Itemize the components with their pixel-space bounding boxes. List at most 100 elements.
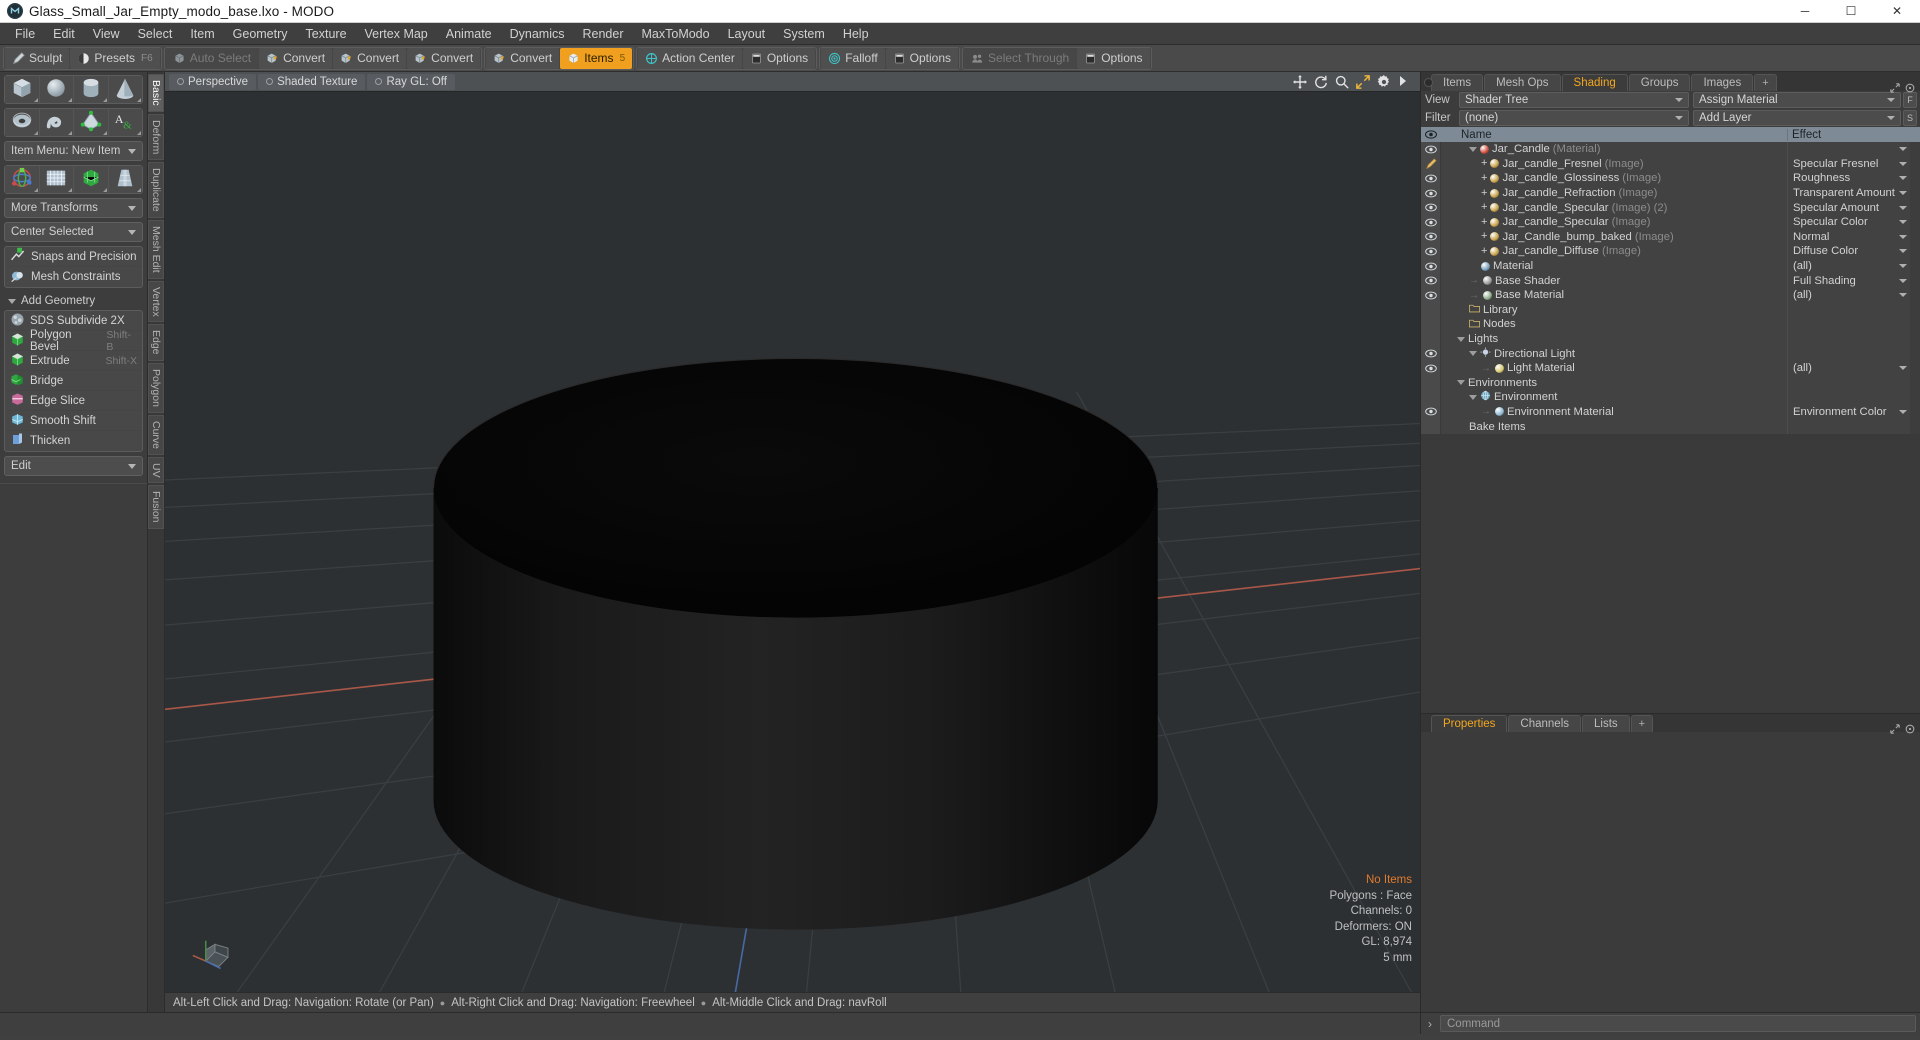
fit-icon[interactable] <box>1356 74 1370 89</box>
visibility-toggle[interactable] <box>1421 156 1441 172</box>
expand-plus-icon[interactable]: + <box>1481 158 1487 169</box>
toolbar-button-convert[interactable]: Convert <box>333 47 407 69</box>
tab-mesh-ops[interactable]: Mesh Ops <box>1484 74 1561 91</box>
cone-primitive[interactable] <box>108 76 142 103</box>
shader-tree-row[interactable]: + Jar_candle_Diffuse (Image) Diffuse Col… <box>1421 244 1920 259</box>
shader-row-name-cell[interactable]: → Base Shader <box>1441 275 1787 287</box>
visibility-toggle[interactable] <box>1421 317 1441 332</box>
chevron-down-icon[interactable] <box>1899 176 1907 181</box>
expand-triangle-icon[interactable] <box>1469 394 1477 400</box>
menu-item-render[interactable]: Render <box>574 25 633 43</box>
gear-icon[interactable] <box>1377 74 1391 89</box>
shader-tree-row[interactable]: Bake Items <box>1421 419 1920 434</box>
3d-viewport[interactable]: No Items Polygons : Face Channels: 0 Deform… <box>165 92 1420 992</box>
transform-gizmo[interactable] <box>5 166 39 193</box>
view-select[interactable]: Shader Tree <box>1459 92 1689 108</box>
menu-item-select[interactable]: Select <box>129 25 182 43</box>
torus-primitive[interactable] <box>5 109 39 136</box>
visibility-toggle[interactable] <box>1421 302 1441 318</box>
add-layer-shortcut[interactable]: S <box>1903 110 1917 126</box>
tab-shading[interactable]: Shading <box>1561 74 1628 91</box>
edit-dropdown[interactable]: Edit <box>4 456 143 476</box>
shader-tree-row[interactable]: Jar_Candle (Material) <box>1421 142 1920 157</box>
command-input[interactable]: Command <box>1440 1015 1916 1032</box>
popout-icon[interactable] <box>1890 722 1900 735</box>
toolbar-button-action-center[interactable]: Action Center <box>638 47 742 69</box>
shader-row-name-cell[interactable]: + Jar_candle_Refraction (Image) <box>1441 187 1787 199</box>
visibility-toggle[interactable] <box>1421 229 1441 245</box>
tab-items[interactable]: Items <box>1431 74 1484 91</box>
tool-snaps-and-precision[interactable]: Snaps and Precision <box>5 247 142 267</box>
vertical-tab-edge[interactable]: Edge <box>148 324 164 361</box>
polygon-tool[interactable] <box>74 109 108 136</box>
tube-primitive[interactable] <box>39 109 73 136</box>
shader-tree-row[interactable]: → Environment Material Environment Color <box>1421 404 1920 420</box>
tab-channels[interactable]: Channels <box>1508 715 1582 733</box>
rotate-icon[interactable] <box>1314 75 1328 89</box>
move-icon[interactable] <box>1293 74 1307 89</box>
item-menu-dropdown[interactable]: Item Menu: New Item <box>4 141 143 161</box>
visibility-toggle[interactable] <box>1421 331 1441 347</box>
taper-deform[interactable] <box>108 166 142 193</box>
expand-plus-icon[interactable]: + <box>1481 172 1487 184</box>
effect-column-header[interactable]: Effect <box>1787 128 1910 141</box>
chevron-down-icon[interactable] <box>1899 205 1907 210</box>
toolbar-button-options[interactable]: Options <box>742 47 816 69</box>
tab-groups[interactable]: Groups <box>1628 74 1691 91</box>
shader-row-effect-cell[interactable]: Full Shading <box>1787 273 1910 288</box>
shader-row-name-cell[interactable]: Environments <box>1441 377 1787 389</box>
shader-row-name-cell[interactable]: Directional Light <box>1441 347 1787 361</box>
vertical-tab-uv[interactable]: UV <box>148 456 164 484</box>
shader-row-effect-cell[interactable] <box>1787 331 1910 347</box>
expand-triangle-icon[interactable] <box>1469 146 1477 152</box>
visibility-toggle[interactable] <box>1421 287 1441 303</box>
shader-tree-row[interactable]: → Base Material (all) <box>1421 287 1920 303</box>
toolbar-button-convert[interactable]: Convert <box>259 47 333 69</box>
visibility-toggle[interactable] <box>1421 171 1441 186</box>
vertical-tab-mesh-edit[interactable]: Mesh Edit <box>148 219 164 279</box>
shader-row-effect-cell[interactable] <box>1787 302 1910 318</box>
shader-tree-row[interactable]: + Jar_candle_Specular (Image) Specular C… <box>1421 214 1920 230</box>
menu-item-vertex-map[interactable]: Vertex Map <box>356 25 437 43</box>
expand-triangle-icon[interactable] <box>1457 336 1465 342</box>
visibility-toggle[interactable] <box>1421 360 1441 376</box>
maximize-button[interactable]: ☐ <box>1828 0 1874 23</box>
toolbar-button-select-through[interactable]: Select Through <box>964 47 1077 69</box>
shader-row-name-cell[interactable]: → Light Material <box>1441 362 1787 374</box>
tab-images[interactable]: Images <box>1691 74 1754 91</box>
menu-item-maxtomodo[interactable]: MaxToModo <box>633 25 719 43</box>
shader-row-effect-cell[interactable]: Environment Color <box>1787 404 1910 420</box>
tool-edge-slice[interactable]: Edge Slice <box>5 391 142 411</box>
visibility-toggle[interactable] <box>1421 404 1441 420</box>
shader-row-name-cell[interactable]: → Base Material <box>1441 289 1787 301</box>
expand-plus-icon[interactable]: + <box>1481 187 1487 199</box>
chevron-down-icon[interactable] <box>1899 278 1907 283</box>
shader-row-effect-cell[interactable] <box>1787 375 1910 391</box>
raygl-toggle-button[interactable]: Ray GL: Off <box>367 73 455 90</box>
shader-row-name-cell[interactable]: Environment <box>1441 390 1787 404</box>
panel-menu-icon[interactable] <box>1905 722 1915 734</box>
name-column-header[interactable]: Name <box>1441 129 1787 141</box>
shader-tree-row[interactable]: Material (all) <box>1421 258 1920 274</box>
shader-tree-row[interactable]: Environments <box>1421 375 1920 391</box>
menu-item-item[interactable]: Item <box>181 25 223 43</box>
shader-tree-row[interactable]: + Jar_candle_Glossiness (Image) Roughnes… <box>1421 171 1920 186</box>
shader-tree-row[interactable]: + Jar_candle_Refraction (Image) Transpar… <box>1421 185 1920 201</box>
toolbar-button-presets[interactable]: Presets F6 <box>70 47 160 69</box>
toolbar-button-options[interactable]: Options <box>885 47 959 69</box>
shader-row-effect-cell[interactable] <box>1787 346 1910 361</box>
toolbar-button-falloff[interactable]: Falloff <box>821 47 885 69</box>
expand-triangle-icon[interactable] <box>1457 380 1465 386</box>
shading-mode-button[interactable]: Shaded Texture <box>258 73 366 90</box>
chevron-down-icon[interactable] <box>1899 249 1907 254</box>
add-geometry-header[interactable]: Add Geometry <box>4 292 143 310</box>
tab-properties[interactable]: Properties <box>1431 715 1508 733</box>
shader-tree-row[interactable]: → Base Shader Full Shading <box>1421 273 1920 288</box>
menu-item-geometry[interactable]: Geometry <box>224 25 297 43</box>
cylinder-primitive[interactable] <box>74 76 108 103</box>
chevron-down-icon[interactable] <box>1899 234 1907 239</box>
chevron-down-icon[interactable] <box>1899 191 1907 196</box>
chevron-down-icon[interactable] <box>1899 366 1907 371</box>
shader-row-effect-cell[interactable] <box>1787 419 1910 434</box>
shader-row-name-cell[interactable]: Material <box>1441 260 1787 272</box>
